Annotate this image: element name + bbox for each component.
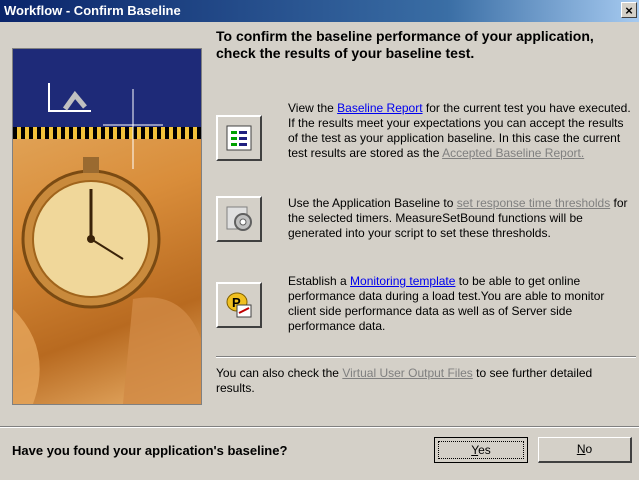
text: You can also check the [216, 366, 343, 380]
baseline-report-button[interactable] [216, 115, 262, 161]
baseline-report-link[interactable]: Baseline Report [337, 101, 422, 115]
text: View the [288, 101, 338, 115]
label: es [478, 443, 491, 457]
monitoring-template-button[interactable]: P [216, 282, 262, 328]
section-thresholds: Use the Application Baseline to set resp… [288, 196, 633, 241]
section-monitoring: Establish a Monitoring template to be ab… [288, 274, 633, 334]
stopwatch-graphic [13, 83, 201, 404]
text: Establish a [288, 274, 351, 288]
label: o [585, 442, 593, 456]
set-thresholds-link[interactable]: set response time thresholds [457, 196, 610, 210]
output-files-note: You can also check the Virtual User Outp… [216, 366, 616, 396]
close-button[interactable]: × [621, 2, 637, 18]
question-label: Have you found your application's baseli… [12, 443, 288, 458]
title-bar[interactable]: Workflow - Confirm Baseline × [0, 0, 639, 22]
window-title: Workflow - Confirm Baseline [4, 3, 181, 18]
footer-divider [0, 426, 639, 428]
thresholds-button[interactable] [216, 196, 262, 242]
heading: To confirm the baseline performance of y… [216, 28, 594, 61]
threshold-gear-icon [226, 206, 252, 231]
monitoring-template-icon: P [226, 292, 252, 318]
text: Use the Application Baseline to [288, 196, 457, 210]
virtual-user-output-files-link[interactable]: Virtual User Output Files [342, 366, 473, 380]
stopwatch-illustration [12, 48, 202, 405]
section-baseline-report: View the Baseline Report for the current… [288, 101, 633, 161]
no-button[interactable]: No [538, 437, 632, 463]
monitoring-template-link[interactable]: Monitoring template [350, 274, 455, 288]
confirm-baseline-dialog: Workflow - Confirm Baseline × To confirm… [0, 0, 639, 480]
focus-rect: Yes [438, 441, 524, 459]
divider [216, 356, 636, 358]
yes-button[interactable]: Yes [434, 437, 528, 463]
report-icon [226, 125, 252, 151]
accepted-baseline-report-link[interactable]: Accepted Baseline Report. [442, 146, 584, 160]
